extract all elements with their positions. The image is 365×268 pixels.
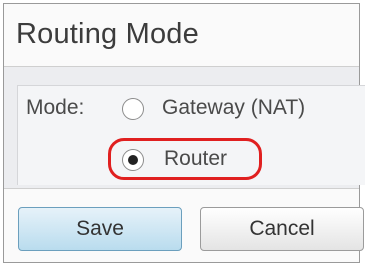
radio-gateway-nat[interactable]: [122, 98, 144, 120]
router-highlight-annotation: [108, 138, 262, 180]
mode-label: Mode:: [26, 96, 85, 119]
radio-label-gateway-nat[interactable]: Gateway (NAT): [162, 96, 305, 120]
save-button[interactable]: Save: [18, 207, 182, 251]
routing-mode-window: Routing Mode Mode: Gateway (NAT) Router …: [3, 3, 365, 263]
cancel-button[interactable]: Cancel: [200, 207, 364, 251]
mode-panel: Mode: Gateway (NAT) Router: [4, 67, 365, 189]
page-title: Routing Mode: [16, 18, 199, 50]
